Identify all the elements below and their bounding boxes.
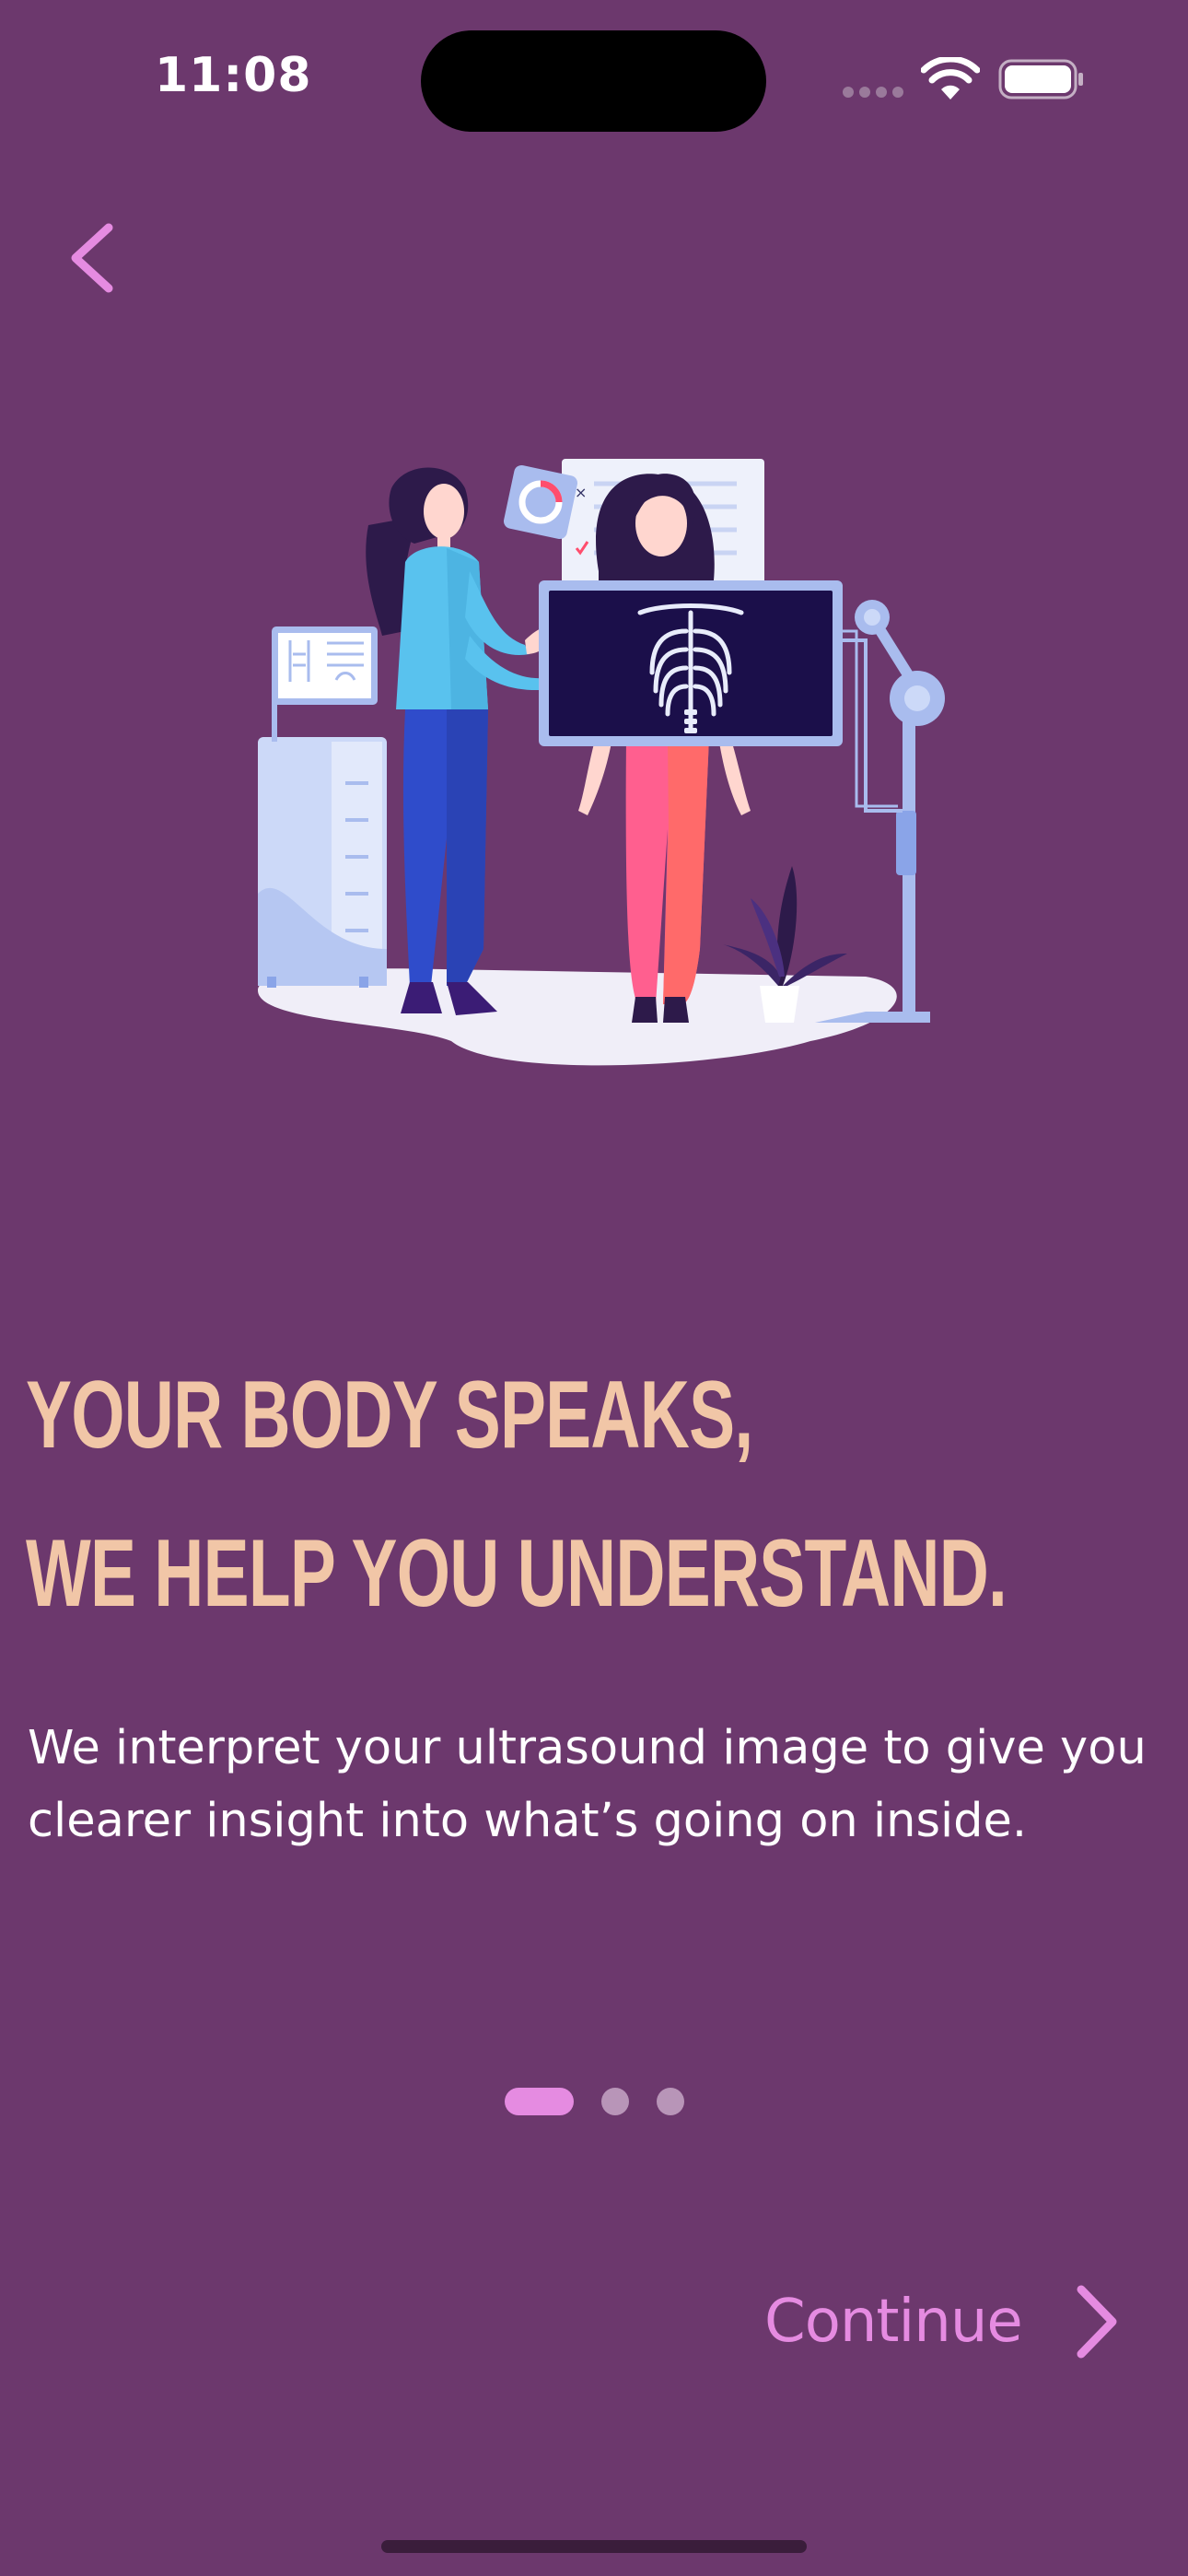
page-dot-2[interactable] — [601, 2088, 629, 2115]
wifi-icon — [921, 57, 980, 100]
continue-button[interactable]: Continue — [764, 2276, 1124, 2368]
page-dot-3[interactable] — [657, 2088, 684, 2115]
doctor-xray-illustration: × — [258, 459, 945, 1066]
headline-line-2: WE HELP YOU UNDERSTAND. — [26, 1520, 1007, 1627]
cellular-signal-icon — [843, 87, 903, 98]
dynamic-island — [421, 30, 766, 132]
headline: YOUR BODY SPEAKS, WE HELP YOU UNDERSTAND… — [26, 1336, 1007, 1653]
chevron-right-icon — [1077, 2285, 1117, 2359]
continue-label: Continue — [764, 2288, 1023, 2356]
headline-line-1: YOUR BODY SPEAKS, — [26, 1362, 753, 1469]
description-text: We interpret your ultrasound image to gi… — [28, 1721, 1147, 1848]
battery-icon — [998, 59, 1083, 100]
page-indicator — [505, 2088, 684, 2115]
chevron-left-icon — [71, 223, 113, 293]
status-time: 11:08 — [155, 48, 312, 103]
page-dot-1[interactable] — [505, 2088, 574, 2115]
back-button[interactable] — [55, 207, 138, 309]
home-indicator[interactable] — [381, 2540, 807, 2553]
